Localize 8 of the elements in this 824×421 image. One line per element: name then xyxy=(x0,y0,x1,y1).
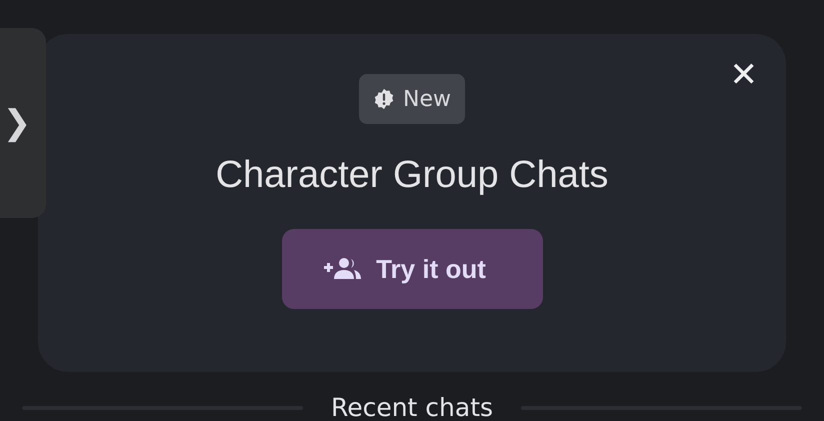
badge-label: New xyxy=(403,86,451,112)
alert-icon xyxy=(373,88,395,110)
try-it-out-button[interactable]: Try it out xyxy=(282,229,542,309)
promo-title: Character Group Chats xyxy=(216,154,608,197)
add-group-icon xyxy=(324,257,362,281)
sidebar-toggle-button[interactable]: ❯ xyxy=(0,28,46,218)
close-button[interactable]: ✕ xyxy=(730,58,758,92)
section-heading: Recent chats xyxy=(330,394,494,421)
